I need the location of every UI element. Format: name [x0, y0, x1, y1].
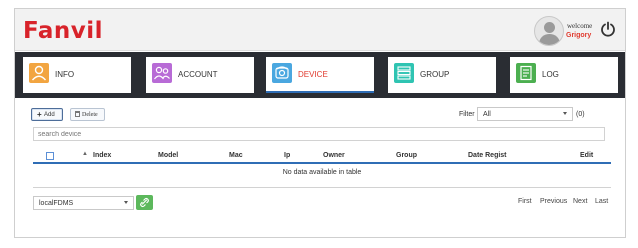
result-count: (0) [576, 111, 585, 118]
tab-log[interactable]: LOG [510, 57, 618, 93]
top-bar: Fanvil welcome Grigory [15, 9, 625, 51]
power-icon[interactable] [600, 21, 616, 37]
group-list-icon [394, 63, 414, 83]
add-button[interactable]: + Add [31, 108, 63, 121]
empty-table-message: No data available in table [282, 169, 362, 176]
info-user-icon [29, 63, 49, 83]
avatar[interactable] [534, 16, 564, 46]
col-date-regist[interactable]: Date Regist [468, 152, 507, 159]
chevron-down-icon [124, 201, 128, 204]
chevron-down-icon [563, 112, 567, 115]
tab-account[interactable]: ACCOUNT [146, 57, 254, 93]
source-select-value: localFDMS [39, 200, 74, 207]
add-label: Add [44, 112, 55, 118]
tab-info[interactable]: INFO [23, 57, 131, 93]
col-model[interactable]: Model [158, 152, 178, 159]
brand-logo: Fanvil [23, 18, 104, 44]
pager-first[interactable]: First [518, 198, 532, 205]
tab-info-label: INFO [55, 70, 75, 79]
tab-device-label: DEVICE [298, 70, 328, 79]
search-input[interactable] [33, 127, 605, 141]
col-index[interactable]: Index [93, 152, 111, 159]
main-nav: INFO ACCOUNT DEVICE GROUP LOG [15, 52, 625, 98]
avatar-head [544, 22, 555, 33]
avatar-body [539, 34, 560, 45]
trash-icon [75, 111, 80, 117]
sort-icon[interactable]: ▲ [82, 151, 88, 157]
delete-button[interactable]: Delete [70, 108, 105, 121]
table-header: ▲ Index Model Mac Ip Owner Group Date Re… [33, 148, 611, 164]
source-select[interactable]: localFDMS [33, 196, 134, 210]
pager-next[interactable]: Next [573, 198, 587, 205]
col-edit[interactable]: Edit [580, 152, 593, 159]
plus-icon: + [37, 110, 42, 119]
tab-account-label: ACCOUNT [178, 70, 218, 79]
username[interactable]: Grigory [566, 32, 591, 39]
tab-group-label: GROUP [420, 70, 450, 79]
link-button[interactable] [136, 195, 153, 210]
select-all-checkbox[interactable] [46, 152, 54, 160]
delete-label: Delete [82, 112, 98, 118]
log-document-icon [516, 63, 536, 83]
col-owner[interactable]: Owner [323, 152, 345, 159]
col-group[interactable]: Group [396, 152, 417, 159]
tab-group[interactable]: GROUP [388, 57, 496, 93]
filter-label: Filter [459, 111, 475, 118]
pager-last[interactable]: Last [595, 198, 608, 205]
link-icon [140, 197, 149, 208]
pager-previous[interactable]: Previous [540, 198, 567, 205]
device-phone-icon [272, 63, 292, 83]
col-mac[interactable]: Mac [229, 152, 243, 159]
tab-log-label: LOG [542, 70, 559, 79]
table-bottom-divider [33, 187, 611, 188]
tab-device[interactable]: DEVICE [266, 57, 374, 93]
filter-value: All [483, 111, 491, 118]
filter-select[interactable]: All [477, 107, 573, 121]
app-window: Fanvil welcome Grigory INFO ACCOUNT DEVI… [14, 8, 626, 238]
account-group-icon [152, 63, 172, 83]
col-ip[interactable]: Ip [284, 152, 290, 159]
welcome-text: welcome [567, 22, 593, 30]
